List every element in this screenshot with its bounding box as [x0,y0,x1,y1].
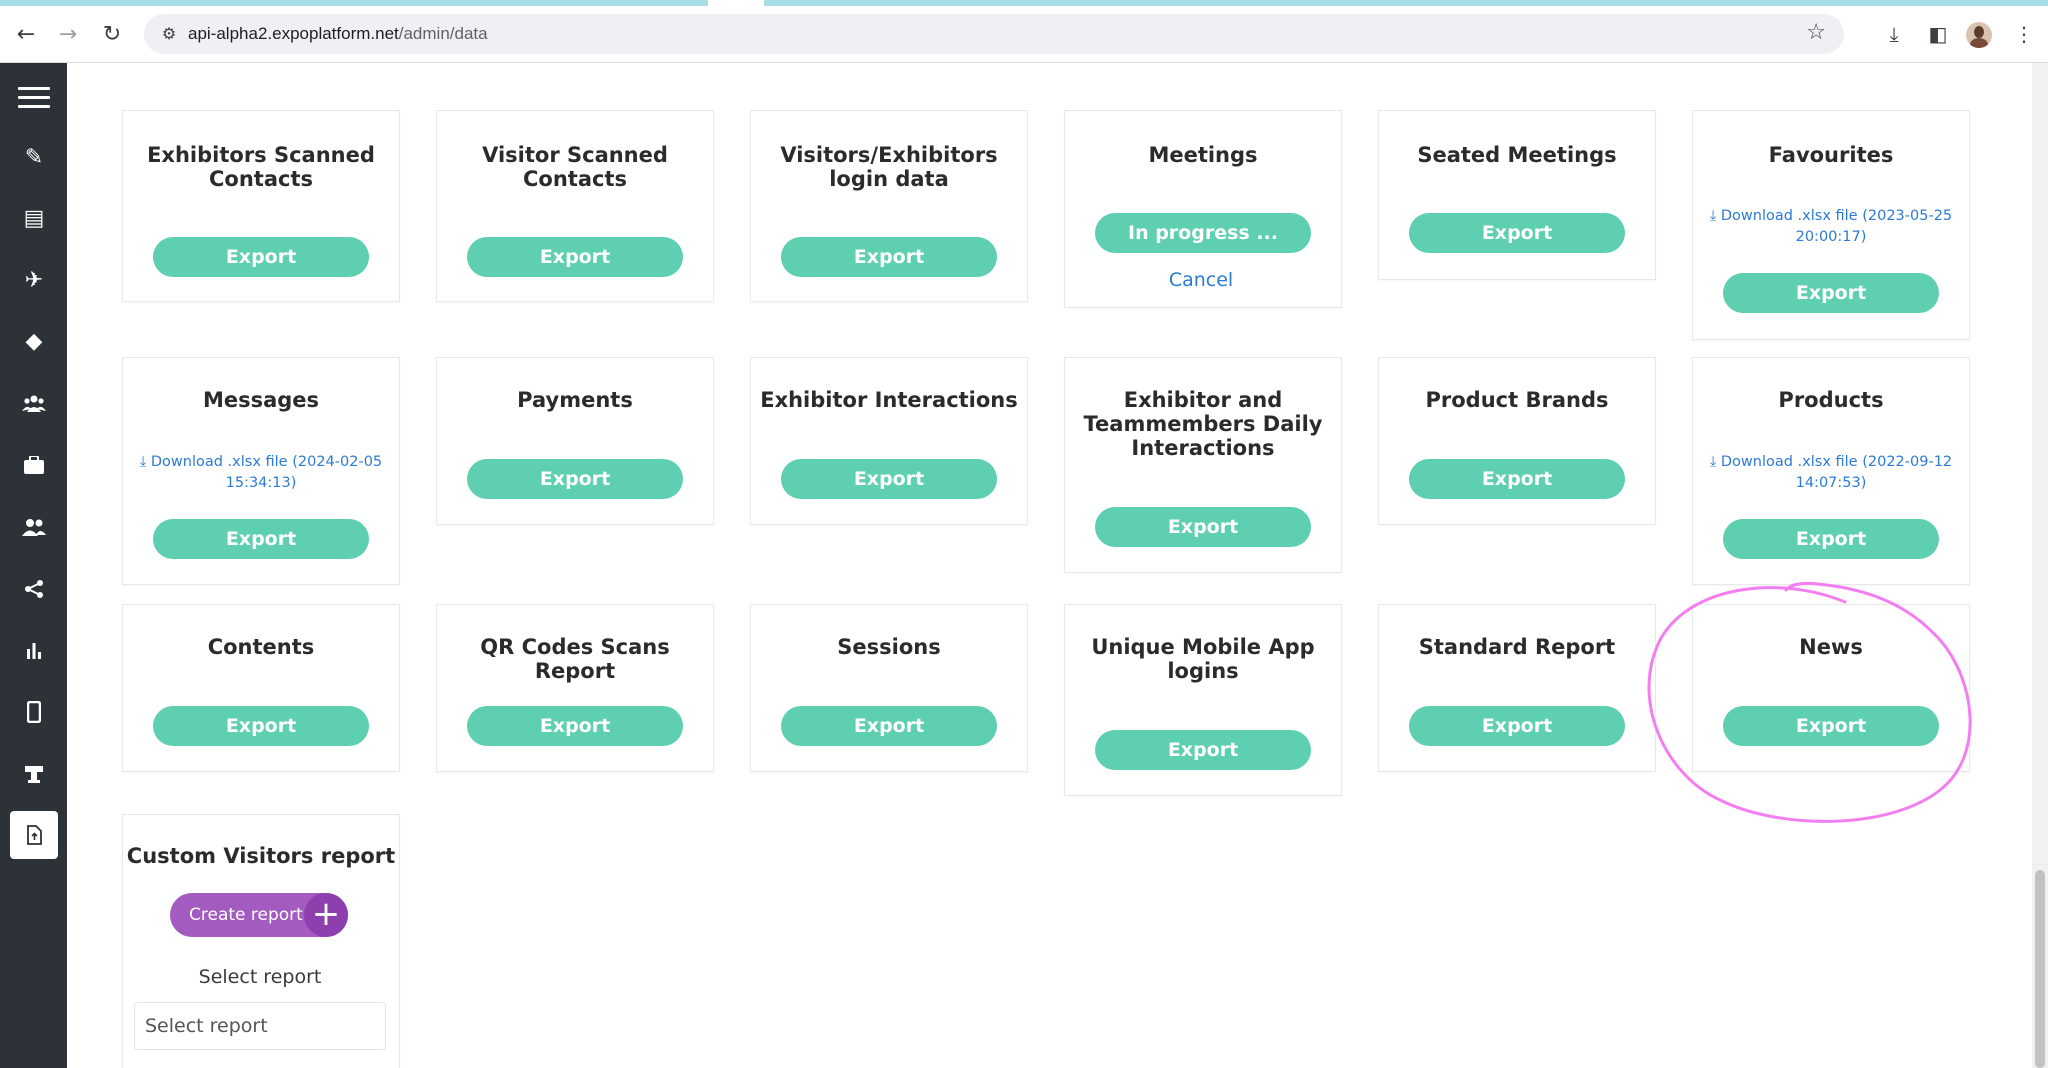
card-standard-report: Standard Report Export [1378,604,1656,772]
card-title: Payments [517,388,633,412]
address-bar[interactable]: ⚙ api-alpha2.expoplatform.net/admin/data… [144,14,1844,54]
card-title: Products [1778,388,1884,412]
export-button[interactable]: Export [467,706,683,746]
in-progress-button[interactable]: In progress ... [1095,213,1311,253]
file-export-icon[interactable] [10,811,58,859]
back-icon[interactable]: ← [10,18,42,50]
card-title: Exhibitors Scanned Contacts [147,143,375,191]
url-host: api-alpha2.expoplatform.net [188,24,399,43]
select-report-dropdown[interactable]: Select report [134,1002,386,1050]
card-exhibitor-teammembers-daily-interactions: Exhibitor and Teammembers Daily Interactio… [1064,357,1342,573]
card-sessions: Sessions Export [750,604,1028,772]
pencil-icon[interactable]: ✎ [10,133,58,181]
card-visitors-exhibitors-login-data: Visitors/Exhibitors login data Export [750,110,1028,302]
mobile-icon[interactable] [10,688,58,736]
cancel-link[interactable]: Cancel [1063,269,1339,291]
export-button[interactable]: Export [153,706,369,746]
card-visitor-scanned-contacts: Visitor Scanned Contacts Export [436,110,714,302]
card-unique-mobile-app-logins: Unique Mobile App logins Export [1064,604,1342,796]
export-button[interactable]: Export [1723,706,1939,746]
site-settings-icon[interactable]: ⚙ [158,23,180,45]
card-product-brands: Product Brands Export [1378,357,1656,525]
page-scrollbar-thumb[interactable] [2035,870,2045,1068]
export-button[interactable]: Export [1723,519,1939,559]
export-button[interactable]: Export [1409,706,1625,746]
download-xlsx-link[interactable]: ⤓ Download .xlsx file (2022-09-12 14:07:5… [1693,452,1969,494]
bar-chart-icon[interactable] [10,626,58,674]
card-title: QR Codes Scans Report [480,635,670,683]
card-meetings: Meetings In progress ... Cancel [1064,110,1342,308]
export-button[interactable]: Export [1409,213,1625,253]
card-title: Visitor Scanned Contacts [482,143,668,191]
people-icon[interactable] [10,503,58,551]
card-title: Favourites [1768,143,1894,167]
select-report-label: Select report [198,966,322,988]
list-icon[interactable]: ▤ [10,194,58,242]
card-title: Exhibitor and Teammembers Daily Interactio… [1083,388,1323,460]
card-title: Messages [202,388,320,412]
card-title: Product Brands [1425,388,1609,412]
export-button[interactable]: Export [1095,730,1311,770]
card-title: Seated Meetings [1417,143,1617,167]
card-title: Unique Mobile App logins [1091,635,1315,683]
download-icon: ⤓ [1709,208,1721,224]
admin-sidebar: ✎ ▤ ✈ ◆ [0,63,67,1068]
card-exhibitor-interactions: Exhibitor Interactions Export [750,357,1028,525]
card-title: Custom Visitors report [126,844,396,868]
url-text[interactable]: api-alpha2.expoplatform.net/admin/data [188,14,488,54]
group-icon[interactable] [10,379,58,427]
export-button[interactable]: Export [781,459,997,499]
download-xlsx-link[interactable]: ⤓ Download .xlsx file (2023-05-25 20:00:1… [1693,206,1969,248]
create-report-button[interactable]: Create report + [170,893,348,937]
card-qr-codes-scans-report: QR Codes Scans Report Export [436,604,714,772]
card-news: News Export [1692,604,1970,772]
export-button[interactable]: Export [781,237,997,277]
card-payments: Payments Export [436,357,714,525]
url-path: /admin/data [398,24,488,43]
reload-icon[interactable]: ↻ [96,18,128,50]
export-button[interactable]: Export [781,706,997,746]
card-seated-meetings: Seated Meetings Export [1378,110,1656,280]
plus-icon: + [304,893,348,937]
airplane-icon[interactable]: ✈ [10,256,58,304]
card-products: Products ⤓ Download .xlsx file (2022-09-… [1692,357,1970,585]
card-title: Meetings [1148,143,1258,167]
forward-icon[interactable]: → [52,18,84,50]
hamburger-menu-icon[interactable] [18,87,50,109]
kiosk-icon[interactable] [10,750,58,798]
export-button[interactable]: Export [467,459,683,499]
card-title: Exhibitor Interactions [760,388,1018,412]
card-title: Standard Report [1418,635,1616,659]
side-panel-icon[interactable]: ◧ [1922,18,1954,50]
download-icon: ⤓ [139,454,151,470]
export-button[interactable]: Export [153,519,369,559]
more-menu-icon[interactable]: ⋮ [2008,18,2040,50]
card-title: News [1799,635,1863,659]
create-report-label: Create report [189,905,303,925]
profile-avatar[interactable] [1966,22,1992,48]
export-button[interactable]: Export [1095,507,1311,547]
diamond-icon[interactable]: ◆ [10,317,58,365]
export-button[interactable]: Export [467,237,683,277]
card-favourites: Favourites ⤓ Download .xlsx file (2023-0… [1692,110,1970,340]
card-exhibitors-scanned-contacts: Exhibitors Scanned Contacts Export [122,110,400,302]
card-title: Contents [207,635,315,659]
export-button[interactable]: Export [1409,459,1625,499]
card-messages: Messages ⤓ Download .xlsx file (2024-02-… [122,357,400,585]
card-contents: Contents Export [122,604,400,772]
export-button[interactable]: Export [153,237,369,277]
share-icon[interactable] [10,565,58,613]
download-xlsx-link[interactable]: ⤓ Download .xlsx file (2024-02-05 15:34:1… [123,452,399,494]
briefcase-icon[interactable] [10,441,58,489]
card-title: Sessions [837,635,941,659]
download-icon: ⤓ [1709,454,1721,470]
download-icon[interactable]: ⤓ [1878,18,1910,50]
card-title: Visitors/Exhibitors login data [780,143,998,191]
browser-toolbar: ← → ↻ ⚙ api-alpha2.expoplatform.net/admi… [0,6,2048,63]
bookmark-star-icon[interactable]: ☆ [1806,20,1826,45]
export-button[interactable]: Export [1723,273,1939,313]
